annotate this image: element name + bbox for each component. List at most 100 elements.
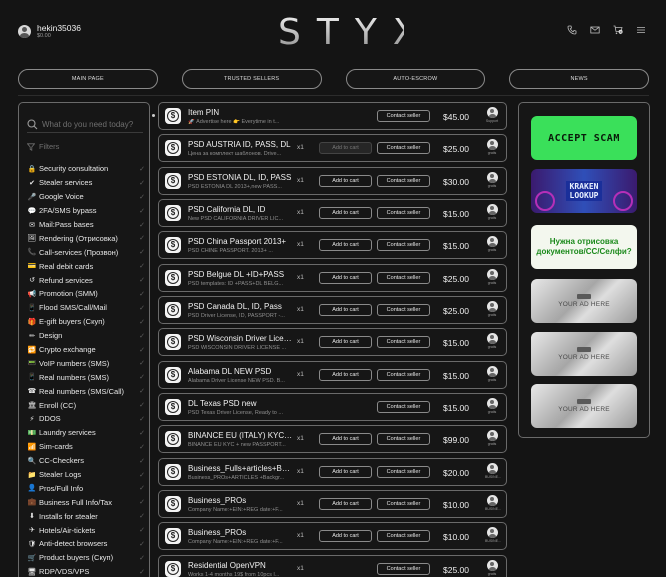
seller-avatar[interactable] [486,559,498,571]
product-row[interactable]: $ PSD Belgue DL +ID+PASS PSD templates: ID… [158,263,507,292]
sidebar-category-item[interactable]: 👤 Pros/Full Info ✓ [27,481,145,495]
product-row[interactable]: $ PSD ESTONIA DL, ID, PASS PSD ESTONIA DL … [158,166,507,195]
sidebar-category-item[interactable]: 🎤 Google Voice ✓ [27,190,145,204]
add-to-cart-button[interactable]: Add to cart [319,271,372,284]
contact-seller-button[interactable]: Contact seller [377,433,430,446]
sidebar-category-item[interactable]: 📢 Promotion (SMM) ✓ [27,287,145,301]
sidebar-category-item[interactable]: 💵 Laundry services ✓ [27,426,145,440]
add-to-cart-button[interactable]: Add to cart [319,239,372,252]
sidebar-category-item[interactable]: ⬇ Installs for stealer ✓ [27,509,145,523]
nav-main-page[interactable]: MAIN PAGE [18,69,158,89]
sidebar-category-item[interactable]: ☎ Real numbers (SMS/Call) ✓ [27,384,145,398]
seller-avatar[interactable] [486,430,498,442]
contact-seller-button[interactable]: Contact seller [377,304,430,317]
nav-auto-escrow[interactable]: AUTO-ESCROW [345,69,486,89]
add-to-cart-button[interactable]: Add to cart [319,336,372,349]
sidebar-category-item[interactable]: 🏛 Enroll (CC) ✓ [27,398,145,412]
add-to-cart-button[interactable]: Add to cart [319,174,372,187]
sidebar-category-item[interactable]: ✏ Design ✓ [27,329,145,343]
product-row[interactable]: $ PSD China Passport 2013+ PSD CHINE PASSP… [158,231,507,260]
menu-icon[interactable] [636,25,646,35]
banner-kraken-lookup[interactable]: KRAKEN LOOKUP [531,169,637,213]
product-title[interactable]: PSD California DL, ID [188,205,294,214]
seller-info[interactable]: gratis [485,171,499,188]
seller-info[interactable]: gratis [485,333,499,349]
seller-avatar[interactable] [486,462,498,474]
seller-info[interactable]: Support [485,107,499,123]
seller-info[interactable]: gratis [485,559,499,576]
sidebar-category-item[interactable]: 💳 Real debit cards ✓ [27,259,145,273]
contact-seller-button[interactable]: Contact seller [377,465,430,478]
seller-avatar[interactable] [486,495,498,507]
sidebar-category-item[interactable]: 🖥 RDP/VDS/VPS ✓ [27,565,145,577]
sidebar-category-item[interactable]: 🖼 Rendering (Отрисовка) ✓ [27,231,145,245]
product-row[interactable]: $ Item PIN 🚀 Advertise here 👉 Everytime in… [158,102,507,130]
contact-seller-button[interactable]: Contact seller [377,530,430,543]
seller-avatar[interactable] [486,139,498,151]
product-title[interactable]: PSD China Passport 2013+ [188,237,294,246]
add-to-cart-button[interactable]: Add to cart [319,530,372,543]
contact-seller-button[interactable]: Contact seller [377,498,430,511]
search-input[interactable] [42,120,140,129]
banner-your-ad-3[interactable]: YOUR AD HERE [531,384,637,428]
phone-icon[interactable] [567,25,577,35]
sidebar-category-item[interactable]: 💼 Business Full Info/Tax ✓ [27,495,145,509]
product-row[interactable]: $ BINANCE EU (ITALY) KYC +... BINANCE EU K… [158,425,507,454]
contact-seller-button[interactable]: Contact seller [377,174,430,187]
sidebar-category-item[interactable]: ⚡ DDOS ✓ [27,412,145,426]
product-row[interactable]: $ PSD California DL, ID New PSD CALIFORNIA… [158,199,507,228]
contact-seller-button[interactable]: Contact seller [377,207,430,220]
product-title[interactable]: PSD ESTONIA DL, ID, PASS [188,173,294,182]
nav-trusted-sellers[interactable]: TRUSTED SELLERS [181,69,322,89]
sidebar-category-item[interactable]: 🛒 Product buyers (Скуп) ✓ [27,551,145,565]
add-to-cart-button[interactable]: Add to cart [319,498,372,511]
banner-your-ad-1[interactable]: YOUR AD HERE [531,279,637,323]
sidebar-category-item[interactable]: 🔒 Security consultation ✓ [27,162,145,176]
seller-info[interactable]: gratis [485,268,499,285]
sidebar-category-item[interactable]: 🛡 Anti-detect browsers ✓ [27,537,145,551]
sidebar-category-item[interactable]: 📶 Sim-cards ✓ [27,440,145,454]
avatar[interactable] [18,25,31,38]
product-title[interactable]: PSD Canada DL, ID, Pass [188,302,294,311]
contact-seller-button[interactable]: Contact seller [377,142,430,155]
product-row[interactable]: $ Business_PROs Company Name:+EIN:+REG dat… [158,522,507,551]
seller-avatar[interactable] [486,107,498,118]
contact-seller-button[interactable]: Contact seller [377,271,430,284]
product-title[interactable]: BINANCE EU (ITALY) KYC +... [188,431,294,440]
banner-rendering[interactable]: Нужна отрисовка документов/CC/Селфи? [531,225,637,269]
seller-info[interactable]: gratis [485,398,499,414]
mail-icon[interactable] [590,25,600,35]
add-to-cart-button[interactable]: Add to cart [319,207,372,220]
user-info[interactable]: hekin35036 $0.00 [18,24,81,39]
product-title[interactable]: Business_PROs [188,496,294,505]
product-row[interactable]: $ PSD AUSTRIA ID, PASS, DL Цена за комплек… [158,134,507,163]
add-to-cart-button[interactable]: Add to cart [319,304,372,317]
seller-avatar[interactable] [486,268,498,280]
product-title[interactable]: Alabama DL NEW PSD [188,367,294,376]
banner-accept-scam[interactable]: ACCEPT SCAM [531,116,637,160]
seller-info[interactable]: gratis [485,236,499,252]
sidebar-category-item[interactable]: 📁 Stealer Logs ✓ [27,468,145,482]
seller-info[interactable]: gratis [485,204,499,220]
product-title[interactable]: PSD Belgue DL +ID+PASS [188,270,294,279]
banner-your-ad-2[interactable]: YOUR AD HERE [531,332,637,376]
seller-avatar[interactable] [486,301,498,313]
cart-icon[interactable]: 0 [613,25,623,35]
nav-news[interactable]: NEWS [509,69,649,89]
product-title[interactable]: Business_PROs [188,528,294,537]
product-title[interactable]: DL Texas PSD new [188,399,294,408]
sidebar-category-item[interactable]: 🔍 CC-Checkers ✓ [27,454,145,468]
add-to-cart-button[interactable]: Add to cart [319,368,372,381]
seller-avatar[interactable] [486,398,498,410]
product-row[interactable]: $ Business_PROs Company Name:+EIN:+REG dat… [158,490,507,519]
sidebar-category-item[interactable]: 📟 VoIP numbers (SMS) ✓ [27,356,145,370]
product-title[interactable]: Residential OpenVPN [188,561,294,570]
product-row[interactable]: $ PSD Canada DL, ID, Pass PSD Driver Licen… [158,296,507,325]
contact-seller-button[interactable]: Contact seller [377,336,430,349]
product-title[interactable]: PSD Wisconsin Driver Licen... [188,334,294,343]
product-row[interactable]: $ Business_Fulls+articles+BG... Business_P… [158,457,507,486]
sidebar-category-item[interactable]: ✔ Stealer services ✓ [27,176,145,190]
sidebar-category-item[interactable]: 🔁 Crypto exchange ✓ [27,343,145,357]
seller-info[interactable]: gratis [485,430,499,446]
seller-info[interactable]: BUSINE... [485,462,501,479]
